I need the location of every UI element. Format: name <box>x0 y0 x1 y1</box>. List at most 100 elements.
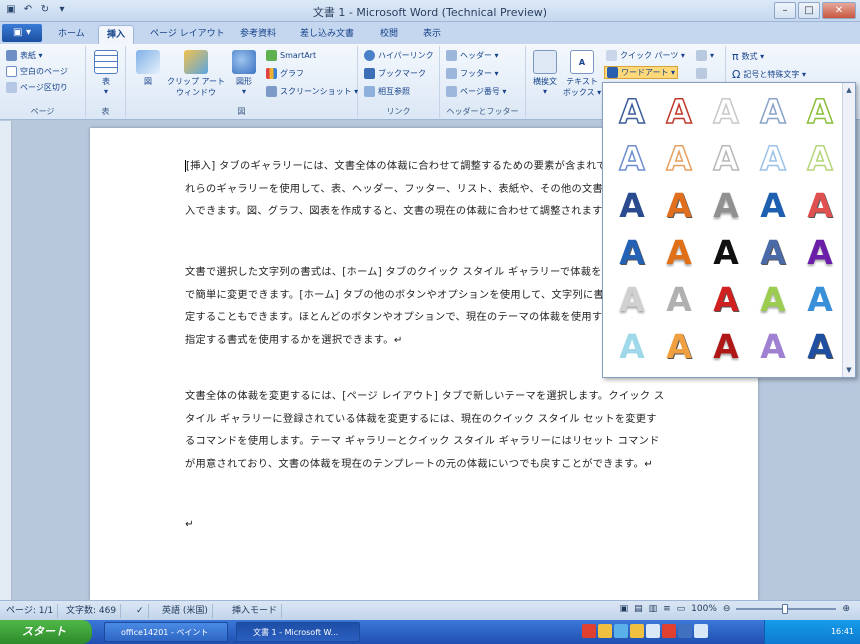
wordart-style-4-1[interactable]: A <box>656 277 702 323</box>
gallery-scrollbar[interactable]: ▲ ▼ <box>842 83 855 377</box>
insert-mode-indicator[interactable]: 挿入モード <box>228 604 283 618</box>
web-layout-icon[interactable]: ▥ <box>649 604 658 614</box>
tray-icon[interactable] <box>598 624 612 638</box>
tab-view[interactable]: 表示 <box>415 25 449 44</box>
full-screen-icon[interactable]: ▤ <box>634 604 643 614</box>
tab-home[interactable]: ホーム <box>50 25 93 44</box>
draft-icon[interactable]: ▭ <box>677 604 686 614</box>
proofing-icon[interactable]: ✓ <box>132 604 149 618</box>
tab-references[interactable]: 参考資料 <box>232 25 284 44</box>
tray-icon[interactable] <box>630 624 644 638</box>
wordart-style-4-2[interactable]: A <box>703 277 749 323</box>
page-number-icon <box>446 86 457 97</box>
wordart-style-5-0[interactable]: A <box>609 324 655 370</box>
page-break-button[interactable]: ページ区切り <box>6 82 68 93</box>
quick-parts-button[interactable]: クイック パーツ ▾ <box>606 50 685 61</box>
text-box-button[interactable]: A テキスト ボックス ▾ <box>562 50 602 98</box>
taskbar-paint[interactable]: office14201 - ペイント <box>104 622 228 642</box>
bookmark-button[interactable]: ブックマーク <box>364 68 426 79</box>
paragraph-2[interactable]: 文書で選択した文字列の書式は、[ホーム] タブのクイック スタイル ギャラリーで… <box>185 262 665 352</box>
wordart-style-1-2[interactable]: A <box>703 136 749 182</box>
wordart-style-0-3[interactable]: A <box>750 89 796 135</box>
wordart-style-5-3[interactable]: A <box>750 324 796 370</box>
cross-reference-button[interactable]: 相互参照 <box>364 86 410 97</box>
word-count[interactable]: 文字数: 469 <box>62 604 122 618</box>
tray-icon[interactable] <box>678 624 692 638</box>
tab-review[interactable]: 校閲 <box>372 25 406 44</box>
tray-icon[interactable] <box>646 624 660 638</box>
zoom-slider[interactable] <box>736 604 837 614</box>
picture-button[interactable]: 図 <box>132 50 164 87</box>
wordart-style-5-2[interactable]: A <box>703 324 749 370</box>
wordart-style-0-1[interactable]: A <box>656 89 702 135</box>
tab-insert[interactable]: 挿入 <box>98 25 135 44</box>
wordart-style-4-3[interactable]: A <box>750 277 796 323</box>
signature-line-button[interactable]: ▾ <box>696 50 714 61</box>
wordart-style-3-2[interactable]: A <box>703 230 749 276</box>
blank-page-button[interactable]: 空白のページ <box>6 66 68 77</box>
wordart-style-4-0[interactable]: A <box>609 277 655 323</box>
object-button[interactable] <box>696 68 707 79</box>
zoom-in-icon[interactable]: ⊕ <box>842 604 850 614</box>
comment-text-button[interactable]: 横挨文 ▾ <box>528 50 562 96</box>
wordart-style-1-1[interactable]: A <box>656 136 702 182</box>
wordart-style-0-2[interactable]: A <box>703 89 749 135</box>
wordart-style-1-0[interactable]: A <box>609 136 655 182</box>
shapes-button[interactable]: 図形 ▾ <box>228 50 260 96</box>
close-button[interactable]: ✕ <box>822 2 856 19</box>
zoom-slider-thumb[interactable] <box>782 604 789 614</box>
wordart-style-3-4[interactable]: A <box>797 230 843 276</box>
wordart-style-5-1[interactable]: A <box>656 324 702 370</box>
tray-icon[interactable] <box>614 624 628 638</box>
wordart-style-3-3[interactable]: A <box>750 230 796 276</box>
screenshot-button[interactable]: スクリーンショット ▾ <box>266 86 358 97</box>
wordart-style-5-4[interactable]: A <box>797 324 843 370</box>
wordart-style-2-1[interactable]: A <box>656 183 702 229</box>
clip-art-button[interactable]: クリップ アート ウィンドウ <box>166 50 226 98</box>
wordart-style-2-0[interactable]: A <box>609 183 655 229</box>
office-button[interactable]: ▣ ▾ <box>2 24 42 42</box>
system-clock[interactable]: 16:41 <box>764 620 860 644</box>
wordart-style-3-0[interactable]: A <box>609 230 655 276</box>
maximize-button[interactable]: □ <box>798 2 820 19</box>
language-indicator[interactable]: 英語 (米国) <box>158 604 213 618</box>
symbol-button[interactable]: Ω 記号と特殊文字 ▾ <box>732 68 806 81</box>
page-number-button[interactable]: ページ番号 ▾ <box>446 86 506 97</box>
wordart-style-0-4[interactable]: A <box>797 89 843 135</box>
zoom-level[interactable]: 100% <box>691 604 717 614</box>
cover-page-button[interactable]: 表紙 ▾ <box>6 50 43 61</box>
scroll-down-icon[interactable]: ▼ <box>844 365 854 375</box>
tray-icon[interactable] <box>662 624 676 638</box>
paragraph-3[interactable]: 文書全体の体裁を変更するには、[ページ レイアウト] タブで新しいテーマを選択し… <box>185 386 665 476</box>
wordart-style-2-4[interactable]: A <box>797 183 843 229</box>
wordart-style-2-3[interactable]: A <box>750 183 796 229</box>
smartart-button[interactable]: SmartArt <box>266 50 316 61</box>
table-button[interactable]: 表 ▾ <box>90 50 122 96</box>
print-layout-icon[interactable]: ▣ <box>620 604 629 614</box>
start-button[interactable]: スタート <box>0 620 92 644</box>
taskbar-word[interactable]: 文書 1 - Microsoft W... <box>236 622 360 642</box>
chart-button[interactable]: グラフ <box>266 68 304 79</box>
wordart-style-4-4[interactable]: A <box>797 277 843 323</box>
tab-page-layout[interactable]: ページ レイアウト <box>142 25 233 44</box>
wordart-style-1-4[interactable]: A <box>797 136 843 182</box>
wordart-style-0-0[interactable]: A <box>609 89 655 135</box>
paragraph-1[interactable]: [挿入] タブのギャラリーには、文書全体の体裁に合わせて調整するための要素が含ま… <box>185 156 665 224</box>
scroll-up-icon[interactable]: ▲ <box>844 85 854 95</box>
paragraph-4[interactable]: ↵ <box>185 514 665 537</box>
outline-icon[interactable]: ≡ <box>663 604 671 614</box>
hyperlink-button[interactable]: ハイパーリンク <box>364 50 434 61</box>
wordart-style-3-1[interactable]: A <box>656 230 702 276</box>
equation-button[interactable]: π 数式 ▾ <box>732 50 764 63</box>
page-count[interactable]: ページ: 1/1 <box>2 604 59 618</box>
wordart-style-1-3[interactable]: A <box>750 136 796 182</box>
minimize-button[interactable]: – <box>774 2 796 19</box>
zoom-out-icon[interactable]: ⊖ <box>723 604 731 614</box>
header-button[interactable]: ヘッダー ▾ <box>446 50 499 61</box>
tray-icon[interactable] <box>694 624 708 638</box>
footer-button[interactable]: フッター ▾ <box>446 68 499 79</box>
wordart-button[interactable]: ワードアート ▾ <box>604 66 679 79</box>
wordart-style-2-2[interactable]: A <box>703 183 749 229</box>
tab-mailings[interactable]: 差し込み文書 <box>292 25 362 44</box>
tray-icon[interactable] <box>582 624 596 638</box>
